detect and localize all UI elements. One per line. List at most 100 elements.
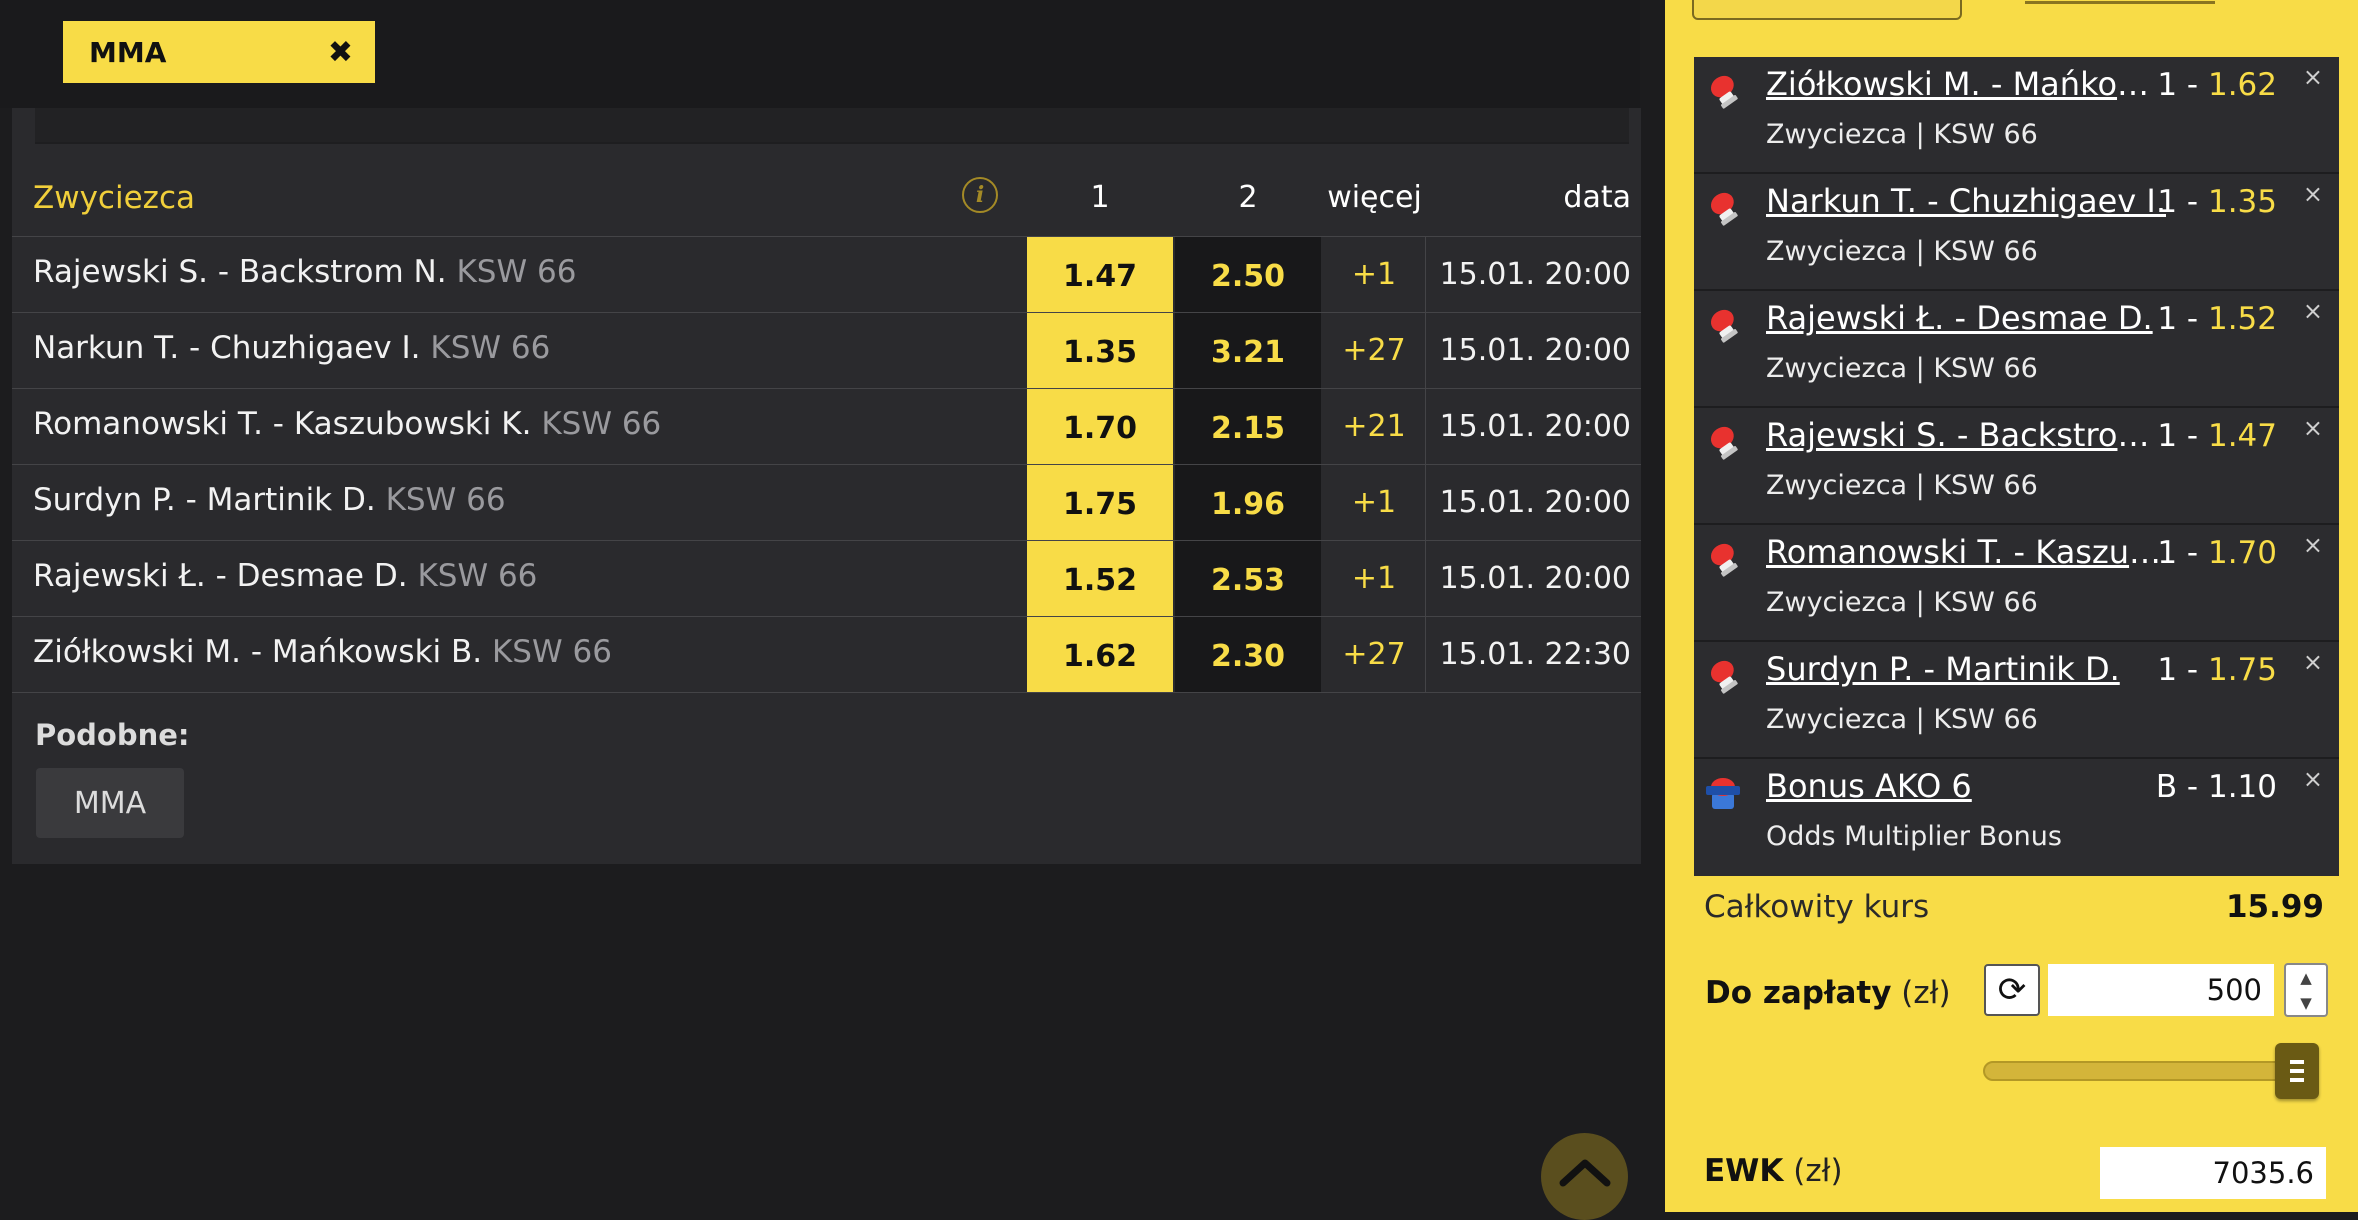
total-odds-label: Całkowity kurs xyxy=(1704,889,1930,925)
more-markets-link[interactable]: +21 xyxy=(1323,389,1426,464)
bet-market: Zwyciezca | KSW 66 xyxy=(1766,704,2038,735)
odd-button-2[interactable]: 2.30 xyxy=(1175,617,1321,692)
odd-button-1[interactable]: 1.75 xyxy=(1027,465,1173,540)
close-icon[interactable]: × xyxy=(2303,648,2323,676)
column-header-more: więcej xyxy=(1327,180,1422,215)
odd-button-2[interactable]: 3.21 xyxy=(1175,313,1321,388)
close-icon[interactable]: ✖ xyxy=(328,35,353,70)
info-icon[interactable]: i xyxy=(962,177,998,213)
close-icon[interactable]: × xyxy=(2303,297,2323,325)
bet-pick-label: 1 - xyxy=(2157,652,2208,688)
close-icon[interactable]: × xyxy=(2303,765,2323,793)
stake-unit: (zł) xyxy=(1901,975,1951,1011)
match-list: Rajewski S. - Backstrom N. KSW 66 1.47 2… xyxy=(12,236,1641,693)
close-icon[interactable]: × xyxy=(2303,180,2323,208)
betslip-item: Surdyn P. - Martinik D. 1 - 1.75 Zwyciez… xyxy=(1694,642,2339,759)
stake-input[interactable] xyxy=(2048,964,2274,1016)
refresh-icon: ⟳ xyxy=(1997,970,2027,1010)
bet-odd: 1.62 xyxy=(2207,67,2277,103)
betslip-selections: Ziółkowski M. - Mańkowski B. 1 - 1.62 Zw… xyxy=(1694,57,2339,876)
match-name[interactable]: Ziółkowski M. - Mańkowski B. KSW 66 xyxy=(33,617,612,692)
bet-odd: 1.75 xyxy=(2207,652,2277,688)
more-markets-link[interactable]: +1 xyxy=(1323,465,1426,540)
bet-title[interactable]: Narkun T. - Chuzhigaev I. xyxy=(1766,182,2166,220)
betslip-item: Ziółkowski M. - Mańkowski B. 1 - 1.62 Zw… xyxy=(1694,57,2339,174)
match-league: KSW 66 xyxy=(541,406,662,442)
match-row: Romanowski T. - Kaszubowski K. KSW 66 1.… xyxy=(12,388,1641,464)
match-teams: Surdyn P. - Martinik D. xyxy=(33,482,376,518)
match-teams: Narkun T. - Chuzhigaev I. xyxy=(33,330,421,366)
match-date: 15.01. 20:00 xyxy=(1439,333,1631,368)
boxing-glove-icon xyxy=(1710,660,1738,694)
close-icon[interactable]: × xyxy=(2303,414,2323,442)
refresh-button[interactable]: ⟳ xyxy=(1984,964,2040,1016)
boxing-glove-icon xyxy=(1710,192,1738,226)
match-date: 15.01. 20:00 xyxy=(1439,561,1631,596)
betslip-item-bonus: Bonus AKO 6 B - 1.10 Odds Multiplier Bon… xyxy=(1694,759,2339,876)
bet-title[interactable]: Rajewski S. - Backstrom N. xyxy=(1766,416,2166,454)
betslip-item: Rajewski S. - Backstrom N. 1 - 1.47 Zwyc… xyxy=(1694,408,2339,525)
odd-button-1[interactable]: 1.52 xyxy=(1027,541,1173,616)
betslip: Ziółkowski M. - Mańkowski B. 1 - 1.62 Zw… xyxy=(1665,0,2358,1212)
match-name[interactable]: Rajewski S. - Backstrom N. KSW 66 xyxy=(33,237,576,312)
scroll-to-top-button[interactable] xyxy=(1541,1133,1628,1220)
bet-odd: 1.35 xyxy=(2207,184,2277,220)
match-date: 15.01. 20:00 xyxy=(1439,485,1631,520)
betslip-tab-button[interactable] xyxy=(1692,0,1962,20)
match-teams: Romanowski T. - Kaszubowski K. xyxy=(33,406,532,442)
stepper-up-icon[interactable]: ▲ xyxy=(2300,969,2312,987)
total-odds-value: 15.99 xyxy=(2225,889,2324,925)
column-header-1: 1 xyxy=(1090,180,1110,215)
filter-tab-mma[interactable]: MMA ✖ xyxy=(63,21,375,83)
stake-label-text: Do zapłaty xyxy=(1705,975,1892,1011)
odd-button-1[interactable]: 1.70 xyxy=(1027,389,1173,464)
bet-title[interactable]: Ziółkowski M. - Mańkowski B. xyxy=(1766,65,2166,103)
match-name[interactable]: Narkun T. - Chuzhigaev I. KSW 66 xyxy=(33,313,550,388)
close-icon[interactable]: × xyxy=(2303,531,2323,559)
match-date: 15.01. 20:00 xyxy=(1439,409,1631,444)
close-icon[interactable]: × xyxy=(2303,63,2323,91)
stake-label: Do zapłaty (zł) xyxy=(1705,975,1951,1011)
odd-button-2[interactable]: 2.50 xyxy=(1175,237,1321,312)
odd-button-1[interactable]: 1.62 xyxy=(1027,617,1173,692)
odd-button-2[interactable]: 1.96 xyxy=(1175,465,1321,540)
betslip-item: Romanowski T. - Kaszubowski K. 1 - 1.70 … xyxy=(1694,525,2339,642)
stake-slider-handle[interactable] xyxy=(2275,1043,2319,1099)
match-name[interactable]: Romanowski T. - Kaszubowski K. KSW 66 xyxy=(33,389,661,464)
boxing-glove-icon xyxy=(1710,543,1738,577)
stake-slider-track[interactable] xyxy=(1983,1061,2295,1081)
match-league: KSW 66 xyxy=(430,330,551,366)
similar-label: Podobne: xyxy=(35,718,190,752)
bet-pick: 1 - 1.70 xyxy=(2157,535,2277,571)
match-row: Surdyn P. - Martinik D. KSW 66 1.75 1.96… xyxy=(12,464,1641,540)
stake-stepper[interactable]: ▲ ▼ xyxy=(2284,963,2328,1017)
bet-title[interactable]: Rajewski Ł. - Desmae D. xyxy=(1766,299,2166,337)
match-name[interactable]: Rajewski Ł. - Desmae D. KSW 66 xyxy=(33,541,537,616)
similar-chip-mma[interactable]: MMA xyxy=(36,768,184,838)
ewk-unit: (zł) xyxy=(1793,1153,1843,1189)
panel-header-strip xyxy=(35,108,1629,144)
bet-market: Odds Multiplier Bonus xyxy=(1766,821,2062,852)
bet-title[interactable]: Romanowski T. - Kaszubowski K. xyxy=(1766,533,2166,571)
odd-button-2[interactable]: 2.53 xyxy=(1175,541,1321,616)
ewk-label-text: EWK xyxy=(1704,1153,1784,1189)
match-date: 15.01. 22:30 xyxy=(1439,637,1631,672)
odd-button-1[interactable]: 1.47 xyxy=(1027,237,1173,312)
odd-button-2[interactable]: 2.15 xyxy=(1175,389,1321,464)
more-markets-link[interactable]: +27 xyxy=(1323,617,1426,692)
more-markets-link[interactable]: +27 xyxy=(1323,313,1426,388)
more-markets-link[interactable]: +1 xyxy=(1323,237,1426,312)
match-name[interactable]: Surdyn P. - Martinik D. KSW 66 xyxy=(33,465,506,540)
boxing-glove-icon xyxy=(1710,309,1738,343)
bet-odd: 1.52 xyxy=(2207,301,2277,337)
match-teams: Ziółkowski M. - Mańkowski B. xyxy=(33,634,483,670)
more-markets-link[interactable]: +1 xyxy=(1323,541,1426,616)
odd-button-1[interactable]: 1.35 xyxy=(1027,313,1173,388)
bet-title[interactable]: Bonus AKO 6 xyxy=(1766,767,2166,805)
bet-title[interactable]: Surdyn P. - Martinik D. xyxy=(1766,650,2166,688)
betslip-item: Narkun T. - Chuzhigaev I. 1 - 1.35 Zwyci… xyxy=(1694,174,2339,291)
betslip-tab-link[interactable] xyxy=(2025,0,2215,4)
market-header: Zwyciezca i 1 2 więcej data xyxy=(12,162,1641,232)
match-league: KSW 66 xyxy=(456,254,577,290)
stepper-down-icon[interactable]: ▼ xyxy=(2300,994,2312,1012)
